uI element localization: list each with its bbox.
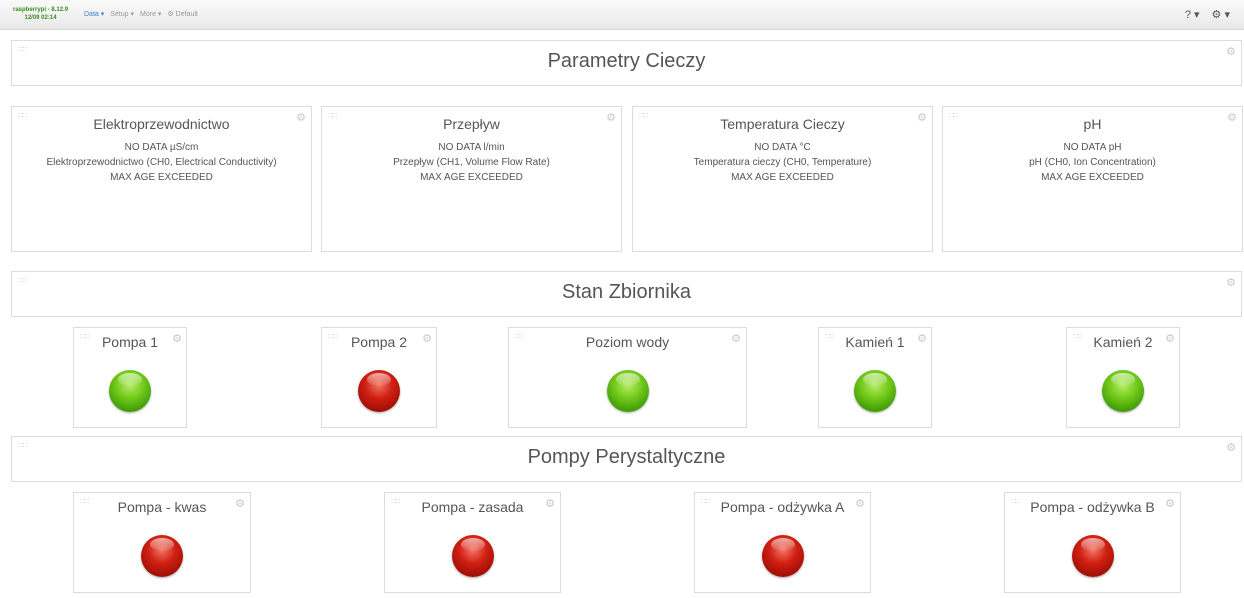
nav-default-dashboard[interactable]: ⚙ Default [167, 10, 197, 18]
status-led-on[interactable] [854, 370, 896, 412]
help-menu-icon[interactable]: ? ▾ [1185, 8, 1200, 21]
measurement-value: NO DATA pH [1063, 142, 1122, 153]
indicator-title: Pompa - odżywka A [720, 499, 845, 515]
status-led-off[interactable] [358, 370, 400, 412]
section-title: Parametry Cieczy [547, 50, 706, 72]
section-header-stan-zbiornika: ∷∷ Stan Zbiornika ⚙ [11, 271, 1242, 317]
indicator-kamien-2: ∷∷ ⚙ Kamień 2 [1066, 327, 1180, 428]
indicator-pompa-odzywka-b: ∷∷ ⚙ Pompa - odżywka B [1004, 492, 1181, 593]
indicator-title: Poziom wody [585, 334, 670, 350]
indicator-pompa-2: ∷∷ ⚙ Pompa 2 [321, 327, 437, 428]
indicator-title: Kamień 2 [1093, 334, 1153, 350]
brand[interactable]: raspberrypi - 8.12.9 12/09 02:14 [13, 6, 68, 22]
card-body: NO DATA µS/cm Elektroprzewodnictwo (CH0,… [12, 140, 311, 185]
indicator-pompa-1: ∷∷ ⚙ Pompa 1 [73, 327, 187, 428]
measurement-value: NO DATA °C [754, 142, 811, 153]
card-title: Temperatura Cieczy [720, 116, 845, 132]
measurement-channel: Temperatura cieczy (CH0, Temperature) [693, 157, 872, 168]
status-led-on[interactable] [1102, 370, 1144, 412]
measurement-card-elektroprzewodnictwo: ∷∷ ⚙ Elektroprzewodnictwo NO DATA µS/cm … [11, 106, 312, 252]
measurement-channel: Przepływ (CH1, Volume Flow Rate) [393, 157, 550, 168]
gear-icon[interactable]: ⚙ [1226, 276, 1236, 289]
indicator-pompa-kwas: ∷∷ ⚙ Pompa - kwas [73, 492, 251, 593]
card-body: NO DATA pH pH (CH0, Ion Concentration) M… [943, 140, 1242, 185]
status-led-on[interactable] [109, 370, 151, 412]
nav-more-menu[interactable]: More ▾ [140, 10, 161, 18]
section-title: Pompy Perystaltyczne [527, 446, 726, 468]
brand-host: raspberrypi - 8.12.9 [13, 7, 69, 13]
measurement-card-temperatura-cieczy: ∷∷ ⚙ Temperatura Cieczy NO DATA °C Tempe… [632, 106, 933, 252]
measurement-value: NO DATA l/min [438, 142, 505, 153]
indicator-title: Kamień 1 [845, 334, 905, 350]
brand-time: 12/09 02:14 [24, 15, 57, 21]
top-navbar: raspberrypi - 8.12.9 12/09 02:14 Data ▾ … [0, 0, 1244, 30]
settings-menu-icon[interactable]: ⚙ ▾ [1212, 8, 1230, 21]
indicator-pompa-odzywka-a: ∷∷ ⚙ Pompa - odżywka A [694, 492, 871, 593]
measurement-status: MAX AGE EXCEEDED [110, 172, 213, 183]
indicator-title: Pompa - odżywka B [1030, 499, 1155, 515]
indicator-poziom-wody: ∷∷ ⚙ Poziom wody [508, 327, 747, 428]
indicator-title: Pompa - kwas [117, 499, 207, 515]
indicator-title: Pompa - zasada [421, 499, 524, 515]
measurement-status: MAX AGE EXCEEDED [420, 172, 523, 183]
measurement-status: MAX AGE EXCEEDED [731, 172, 834, 183]
status-led-on[interactable] [606, 370, 649, 412]
status-led-off[interactable] [451, 535, 494, 577]
measurement-card-ph: ∷∷ ⚙ pH NO DATA pH pH (CH0, Ion Concentr… [942, 106, 1243, 252]
indicator-kamien-1: ∷∷ ⚙ Kamień 1 [818, 327, 932, 428]
nav-setup-menu[interactable]: Setup ▾ [110, 10, 134, 18]
gear-icon[interactable]: ⚙ [1226, 45, 1236, 58]
nav-menu: Data ▾ Setup ▾ More ▾ ⚙ Default [84, 10, 198, 18]
nav-right: ? ▾ ⚙ ▾ [1185, 8, 1230, 21]
measurement-card-przeplyw: ∷∷ ⚙ Przepływ NO DATA l/min Przepływ (CH… [321, 106, 622, 252]
nav-data-menu[interactable]: Data ▾ [84, 10, 104, 18]
indicator-title: Pompa 2 [350, 334, 408, 350]
card-body: NO DATA °C Temperatura cieczy (CH0, Temp… [633, 140, 932, 185]
card-title: Przepływ [443, 116, 500, 132]
card-body: NO DATA l/min Przepływ (CH1, Volume Flow… [322, 140, 621, 185]
gear-icon[interactable]: ⚙ [1226, 441, 1236, 454]
card-title: Elektroprzewodnictwo [93, 116, 230, 132]
section-header-pompy-perystaltyczne: ∷∷ Pompy Perystaltyczne ⚙ [11, 436, 1242, 482]
status-led-off[interactable] [761, 535, 804, 577]
card-title: pH [1083, 116, 1102, 132]
measurement-channel: pH (CH0, Ion Concentration) [1029, 157, 1156, 168]
measurement-channel: Elektroprzewodnictwo (CH0, Electrical Co… [46, 157, 277, 168]
indicator-title: Pompa 1 [101, 334, 159, 350]
section-title: Stan Zbiornika [562, 281, 691, 303]
measurement-status: MAX AGE EXCEEDED [1041, 172, 1144, 183]
status-led-off[interactable] [1071, 535, 1114, 577]
section-header-parametry-cieczy: ∷∷ Parametry Cieczy ⚙ [11, 40, 1242, 86]
status-led-off[interactable] [141, 535, 183, 577]
indicator-pompa-zasada: ∷∷ ⚙ Pompa - zasada [384, 492, 561, 593]
measurement-value: NO DATA µS/cm [124, 142, 199, 153]
